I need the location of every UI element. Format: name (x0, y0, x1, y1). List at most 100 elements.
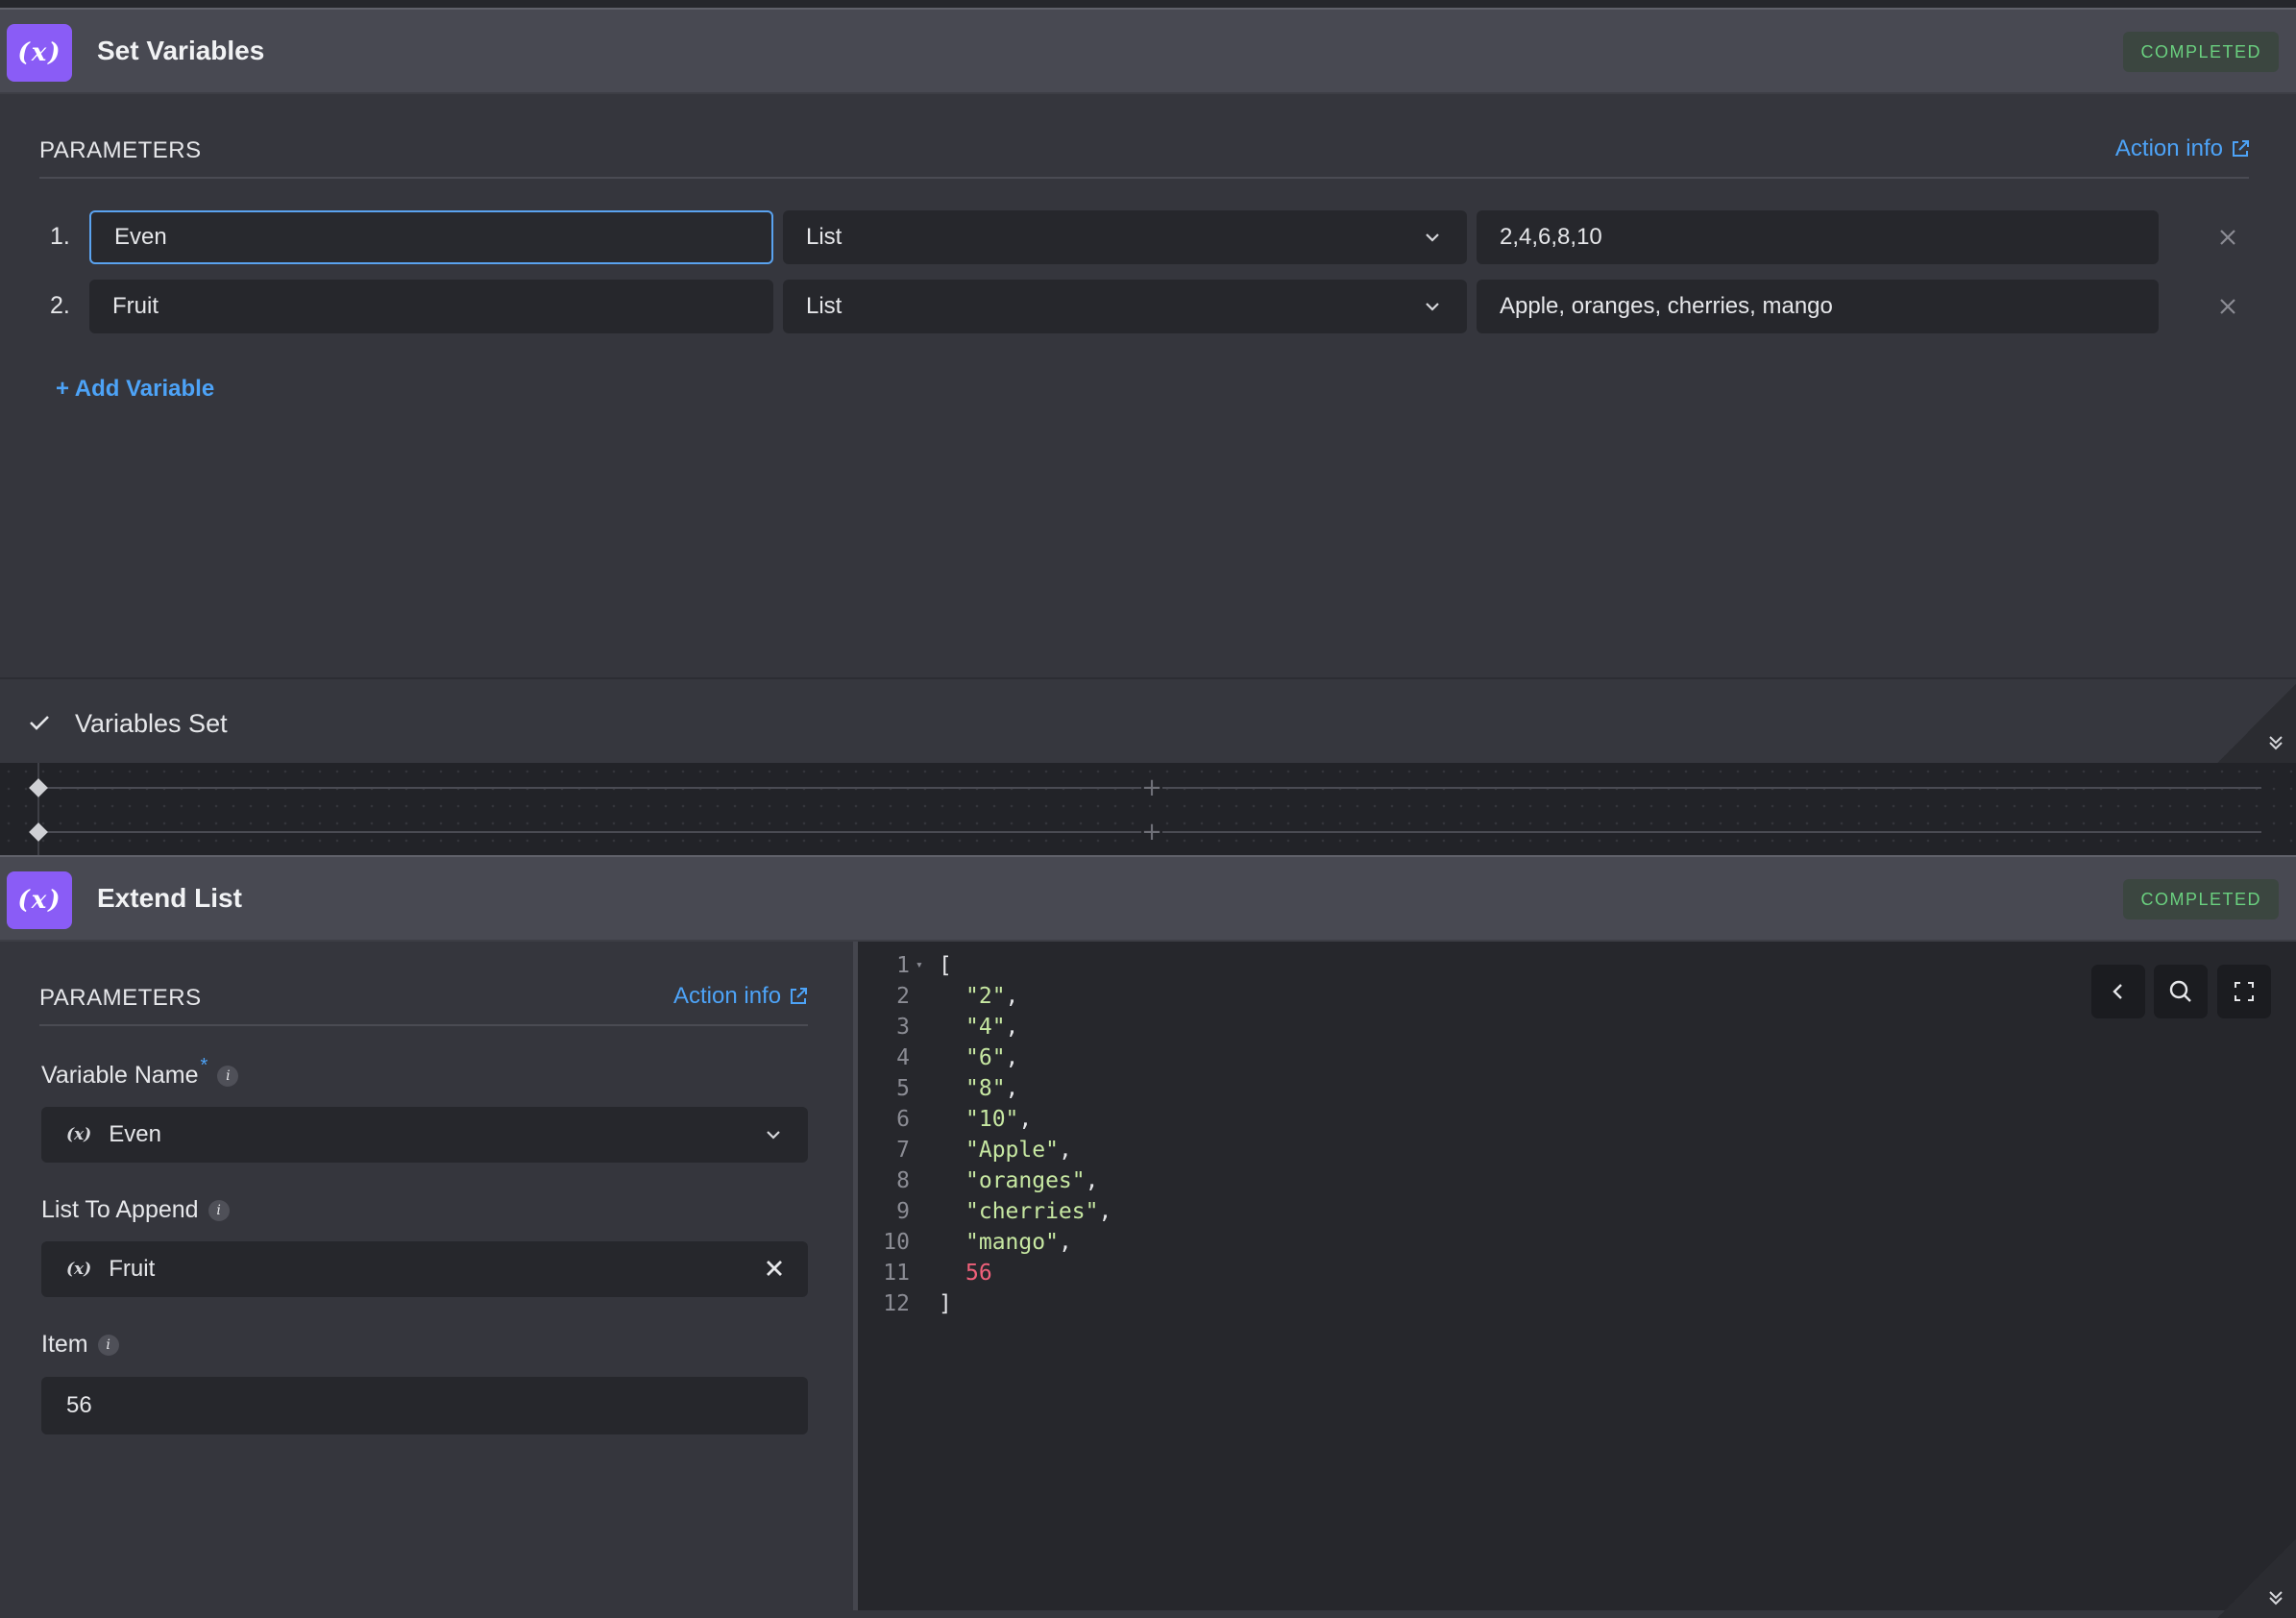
code-line: 2 "2", (858, 984, 1434, 1015)
add-variable-button[interactable]: + Add Variable (56, 376, 214, 403)
code-comma: , (1018, 1107, 1033, 1132)
remove-variable-button[interactable] (2213, 223, 2242, 252)
variable-type-select[interactable]: List (783, 210, 1467, 264)
double-chevron-down-icon (2269, 1591, 2283, 1606)
code-token: "cherries", (965, 1199, 1111, 1224)
search-button[interactable] (2154, 965, 2208, 1018)
item-label: Item i (41, 1331, 119, 1359)
code-token: "mango", (965, 1230, 1072, 1255)
label-text: Item (41, 1331, 88, 1358)
code-comma: , (1005, 984, 1019, 1009)
variable-name-input[interactable]: Even (89, 210, 773, 264)
line-number: 9 (896, 1199, 910, 1224)
collapse-corner[interactable] (2217, 1539, 2296, 1618)
required-mark: * (200, 1055, 208, 1076)
card-title: Set Variables (97, 36, 265, 65)
code-token: [ (939, 953, 952, 978)
code-value: "mango" (965, 1230, 1059, 1255)
item-input[interactable]: 56 (41, 1377, 808, 1434)
variable-name-value: Even (109, 1121, 161, 1147)
row-number: 1. (50, 223, 70, 250)
status-badge: COMPLETED (2123, 32, 2279, 72)
card-title: Extend List (97, 883, 242, 913)
close-icon (2220, 230, 2235, 245)
line-number: 5 (896, 1076, 910, 1101)
info-icon[interactable]: i (217, 1065, 239, 1087)
line-number: 8 (896, 1168, 910, 1193)
code-comma: , (1098, 1199, 1112, 1224)
fullscreen-button[interactable] (2217, 965, 2271, 1018)
row-number: 2. (50, 292, 70, 319)
clear-icon[interactable] (764, 1258, 785, 1279)
remove-variable-button[interactable] (2213, 292, 2242, 321)
collapse-corner[interactable] (2217, 684, 2296, 763)
variable-name-value: Fruit (112, 293, 159, 319)
code-value: "cherries" (965, 1199, 1099, 1224)
code-token: "Apple", (965, 1138, 1072, 1163)
code-line: 4 "6", (858, 1045, 1434, 1076)
code-line: 9 "cherries", (858, 1199, 1434, 1230)
variable-type-select[interactable]: List (783, 280, 1467, 333)
close-icon (2220, 299, 2235, 314)
variable-value-input[interactable]: 2,4,6,8,10 (1477, 210, 2159, 264)
connector-node[interactable] (29, 778, 48, 797)
set-variables-card: (x) Set Variables COMPLETED PARAMETERS A… (0, 8, 2296, 763)
code-value: "6" (965, 1045, 1006, 1070)
set-variables-header: (x) Set Variables COMPLETED (0, 10, 2296, 94)
line-number: 11 (883, 1261, 910, 1286)
code-line: 11 56 (858, 1261, 1434, 1291)
flow-connector: + + (0, 763, 2296, 855)
divider (39, 1024, 808, 1026)
variable-name-select[interactable]: (x) Even (41, 1107, 808, 1163)
divider (39, 177, 2249, 179)
fx-variable-icon: (x) (7, 871, 72, 929)
code-token: 56 (965, 1261, 992, 1286)
add-step-icon[interactable]: + (1141, 820, 1162, 845)
code-value: [ (939, 953, 952, 978)
external-link-icon (2233, 140, 2249, 157)
variable-name-value: Even (114, 224, 167, 250)
list-to-append-select[interactable]: (x) Fruit (41, 1241, 808, 1297)
line-number: 1 (896, 953, 910, 978)
chevron-down-icon (1426, 303, 1439, 311)
code-token: "oranges", (965, 1168, 1098, 1193)
chevron-left-icon (2113, 984, 2122, 999)
line-number: 3 (896, 1015, 910, 1040)
code-token: "8", (965, 1076, 1018, 1101)
variable-name-label: Variable Name * i (41, 1055, 239, 1090)
connector-node[interactable] (29, 822, 48, 842)
code-token: ] (939, 1291, 952, 1316)
action-info-link[interactable]: Action info (2115, 135, 2250, 162)
variable-value-input[interactable]: Apple, oranges, cherries, mango (1477, 280, 2159, 333)
action-info-label: Action info (673, 983, 782, 1009)
code-value: 56 (965, 1261, 992, 1286)
info-icon[interactable]: i (97, 1334, 119, 1356)
variable-value: 2,4,6,8,10 (1500, 224, 1602, 250)
code-line: 1 ▾ [ (858, 953, 1434, 984)
line-number: 7 (896, 1138, 910, 1163)
info-icon[interactable]: i (208, 1199, 230, 1221)
fold-toggle-icon[interactable]: ▾ (916, 958, 923, 972)
search-icon (2169, 980, 2191, 1002)
code-comma: , (1085, 1168, 1099, 1193)
fx-variable-icon: (x) (66, 1260, 92, 1279)
item-value: 56 (66, 1392, 92, 1418)
code-value: "2" (965, 984, 1006, 1009)
back-button[interactable] (2091, 965, 2145, 1018)
variable-type-value: List (806, 293, 843, 319)
chevron-down-icon (767, 1131, 780, 1140)
code-value: "10" (965, 1107, 1019, 1132)
code-line: 7 "Apple", (858, 1138, 1434, 1168)
parameters-pane: PARAMETERS Action info Variable Name * i … (0, 942, 853, 1610)
code-comma: , (1005, 1045, 1019, 1070)
line-number: 6 (896, 1107, 910, 1132)
add-step-icon[interactable]: + (1141, 775, 1162, 800)
code-comma: , (1058, 1230, 1072, 1255)
code-value: "4" (965, 1015, 1006, 1040)
code-value: "oranges" (965, 1168, 1086, 1193)
chevron-down-icon (1426, 233, 1439, 242)
footer-status-text: Variables Set (75, 709, 228, 738)
variable-name-input[interactable]: Fruit (89, 280, 773, 333)
action-info-link[interactable]: Action info (673, 983, 808, 1010)
label-text: Variable Name (41, 1062, 199, 1089)
